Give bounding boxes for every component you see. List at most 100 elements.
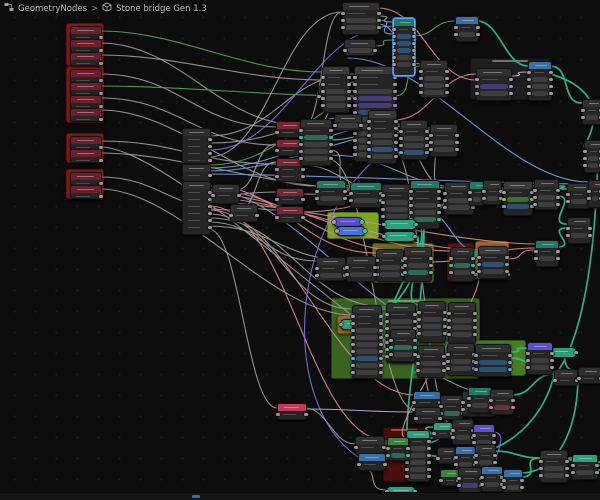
node[interactable] <box>527 61 553 101</box>
socket[interactable] <box>208 144 212 148</box>
socket[interactable] <box>427 446 431 450</box>
socket[interactable] <box>455 133 459 137</box>
socket[interactable] <box>509 77 513 81</box>
socket[interactable] <box>549 91 553 95</box>
socket[interactable] <box>527 84 531 88</box>
socket[interactable] <box>392 27 396 31</box>
socket[interactable] <box>443 205 447 209</box>
socket[interactable] <box>379 363 383 367</box>
socket[interactable] <box>566 233 570 237</box>
socket[interactable] <box>379 314 383 318</box>
value-field[interactable] <box>544 466 564 471</box>
value-field[interactable] <box>338 123 358 128</box>
node[interactable] <box>341 2 381 35</box>
socket[interactable] <box>299 156 303 160</box>
value-field[interactable] <box>358 96 392 101</box>
node[interactable] <box>357 453 387 471</box>
node[interactable] <box>70 149 103 163</box>
socket[interactable] <box>454 32 458 36</box>
value-field[interactable] <box>320 273 342 278</box>
socket[interactable] <box>443 191 447 195</box>
value-field[interactable] <box>386 207 408 212</box>
node-tree-name[interactable]: GeometryNodes <box>18 3 87 15</box>
socket[interactable] <box>379 356 383 360</box>
value-field[interactable] <box>424 90 444 95</box>
node[interactable] <box>482 180 503 205</box>
socket[interactable] <box>393 89 397 93</box>
socket[interactable] <box>429 256 433 260</box>
socket[interactable] <box>549 70 553 74</box>
socket[interactable] <box>377 25 381 29</box>
socket[interactable] <box>255 213 259 217</box>
socket[interactable] <box>480 475 484 479</box>
socket[interactable] <box>394 140 398 144</box>
socket[interactable] <box>476 32 480 36</box>
node[interactable] <box>70 108 103 122</box>
socket[interactable] <box>385 347 389 351</box>
value-field[interactable] <box>422 324 442 329</box>
socket[interactable] <box>359 123 363 127</box>
socket[interactable] <box>399 129 403 133</box>
socket[interactable] <box>502 197 506 201</box>
value-field[interactable] <box>304 156 328 161</box>
value-field[interactable] <box>350 272 372 277</box>
socket[interactable] <box>445 90 449 94</box>
node[interactable] <box>583 140 600 173</box>
socket[interactable] <box>565 473 569 477</box>
socket[interactable] <box>409 210 413 214</box>
socket[interactable] <box>502 190 506 194</box>
socket[interactable] <box>379 335 383 339</box>
value-field[interactable] <box>356 349 378 354</box>
socket[interactable] <box>360 220 364 224</box>
value-field[interactable] <box>571 199 587 204</box>
socket[interactable] <box>427 474 431 478</box>
value-field[interactable] <box>326 103 346 108</box>
socket[interactable] <box>550 351 554 355</box>
value-field[interactable] <box>544 473 564 478</box>
value-field[interactable] <box>456 435 470 440</box>
socket[interactable] <box>419 90 423 94</box>
value-field[interactable] <box>531 358 549 363</box>
socket[interactable] <box>437 217 441 221</box>
socket[interactable] <box>511 405 515 409</box>
value-field[interactable] <box>507 204 529 209</box>
node[interactable] <box>429 124 459 157</box>
socket[interactable] <box>492 433 496 437</box>
node-group-name[interactable]: Stone bridge Gen 1.3 <box>116 3 207 15</box>
socket[interactable] <box>577 376 581 380</box>
socket[interactable] <box>211 193 215 197</box>
socket[interactable] <box>379 349 383 353</box>
node[interactable] <box>403 247 433 282</box>
socket[interactable] <box>385 312 389 316</box>
socket[interactable] <box>550 365 554 369</box>
socket[interactable] <box>299 135 303 139</box>
value-field[interactable] <box>421 361 441 366</box>
socket[interactable] <box>394 119 398 123</box>
socket[interactable] <box>595 463 599 467</box>
socket[interactable] <box>417 310 421 314</box>
socket[interactable] <box>520 478 524 482</box>
value-field[interactable] <box>480 91 508 96</box>
socket[interactable] <box>381 214 385 218</box>
socket[interactable] <box>413 352 417 356</box>
socket[interactable] <box>489 398 493 402</box>
socket[interactable] <box>315 266 319 270</box>
socket[interactable] <box>394 126 398 130</box>
socket[interactable] <box>427 439 431 443</box>
socket[interactable] <box>208 204 212 208</box>
socket[interactable] <box>429 133 433 137</box>
node[interactable] <box>587 180 600 208</box>
socket[interactable] <box>533 195 537 199</box>
socket[interactable] <box>385 340 389 344</box>
socket[interactable] <box>382 445 386 449</box>
socket[interactable] <box>437 203 441 207</box>
socket[interactable] <box>343 48 347 52</box>
node[interactable] <box>367 110 398 164</box>
socket[interactable] <box>427 460 431 464</box>
node[interactable] <box>275 206 305 223</box>
socket[interactable] <box>474 360 478 364</box>
socket[interactable] <box>208 137 212 141</box>
socket[interactable] <box>275 148 279 152</box>
socket[interactable] <box>382 234 386 238</box>
socket[interactable] <box>299 149 303 153</box>
